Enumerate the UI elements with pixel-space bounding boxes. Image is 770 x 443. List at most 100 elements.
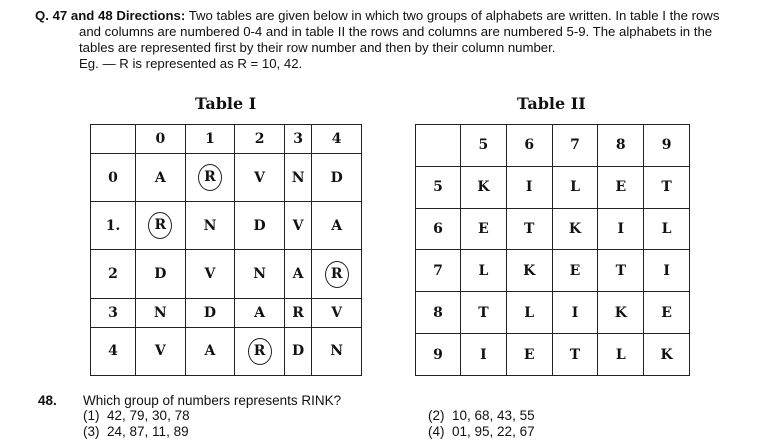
table-1-cell: A xyxy=(184,326,236,377)
table-2-cell: I xyxy=(643,249,690,293)
circled-letter: R xyxy=(247,337,272,365)
table-2-cell: E xyxy=(505,333,553,376)
table-2-cell: T xyxy=(460,291,507,335)
circled-letter: R xyxy=(148,212,173,240)
directions-line-3: tables are represented first by their ro… xyxy=(79,40,556,55)
table-2-cell: I xyxy=(460,333,507,376)
option-value: 42, 79, 30, 78 xyxy=(107,408,190,423)
table-1-title: Table I xyxy=(195,94,257,113)
table-2-row: 6 E T K I L xyxy=(415,207,690,251)
table-1-row-number: 0 xyxy=(90,153,136,203)
table-2-corner-cell xyxy=(415,124,461,167)
table-1-cell-circled: R xyxy=(135,201,186,251)
table-1-cell: R xyxy=(283,297,313,328)
table-1-row: 0 A R V N D xyxy=(90,153,362,203)
table-1-cell: D xyxy=(234,201,285,251)
table-2-cell: T xyxy=(505,207,553,251)
table-2-cell: I xyxy=(505,165,553,209)
table-2-cell: I xyxy=(551,291,599,335)
table-1-cell: A xyxy=(135,153,186,203)
table-1-cell: A xyxy=(311,201,362,251)
table-1-row-number: 3 xyxy=(90,297,136,328)
question-text: Which group of numbers represents RINK? xyxy=(83,393,342,408)
table-2-row-number: 8 xyxy=(415,291,461,335)
table-1: 0 1 2 3 4 0 A R V N D 1. R N D V A 2 D V… xyxy=(90,123,362,377)
table-2-cell: E xyxy=(597,165,645,209)
option-1[interactable]: (1) 42, 79, 30, 78 xyxy=(83,408,190,423)
table-2: 5 6 7 8 9 5 K I L E T 6 E T K I L 7 L K … xyxy=(415,124,690,376)
table-1-col-header: 0 xyxy=(135,123,186,155)
table-2-cell: L xyxy=(597,333,645,376)
table-1-cell: N xyxy=(311,326,362,377)
table-1-cell-circled: R xyxy=(234,326,285,377)
circled-letter: R xyxy=(197,164,222,192)
directions-line-2: and columns are numbered 0-4 and in tabl… xyxy=(79,24,713,39)
table-2-row: 8 T L I K E xyxy=(415,291,690,335)
table-1-cell: V xyxy=(135,326,186,377)
table-1-cell-circled: R xyxy=(311,249,362,299)
table-2-row: 7 L K E T I xyxy=(415,249,690,293)
directions-line-1: Q. 47 and 48 Directions: Two tables are … xyxy=(35,8,760,24)
table-2-cell: K xyxy=(551,207,599,251)
table-1-row-number: 4 xyxy=(90,326,136,377)
table-2-row: 5 K I L E T xyxy=(415,165,690,209)
table-2-cell: E xyxy=(643,291,690,335)
circled-letter: R xyxy=(324,260,349,288)
table-2-cell: E xyxy=(551,249,599,293)
table-1-cell: D xyxy=(311,153,362,203)
table-2-cell: K xyxy=(643,333,690,376)
option-3[interactable]: (3) 24, 87, 11, 89 xyxy=(83,424,189,439)
table-1-cell: N xyxy=(234,249,285,299)
directions-text-1: Two tables are given below in which two … xyxy=(188,8,720,23)
table-1-row: 2 D V N A R xyxy=(90,249,362,299)
option-label: (1) xyxy=(83,408,100,423)
table-1-cell-circled: R xyxy=(184,153,236,203)
table-2-cell: K xyxy=(597,291,645,335)
table-1-col-header: 3 xyxy=(283,123,313,155)
table-1-cell: D xyxy=(135,249,186,299)
table-2-cell: L xyxy=(460,249,507,293)
table-2-cell: K xyxy=(505,249,553,293)
table-1-row-number: 2 xyxy=(90,249,136,299)
table-2-cell: K xyxy=(460,165,507,209)
table-2-row-number: 5 xyxy=(415,165,461,209)
option-4[interactable]: (4) 01, 95, 22, 67 xyxy=(428,424,535,439)
table-1-cell: N xyxy=(135,297,186,328)
table-2-row-number: 6 xyxy=(415,207,461,251)
table-2-cell: L xyxy=(551,165,599,209)
table-1-col-header: 4 xyxy=(311,123,362,155)
table-2-col-header: 9 xyxy=(643,124,690,167)
table-1-col-header: 2 xyxy=(234,123,285,155)
table-1-cell: A xyxy=(234,297,285,328)
table-2-title: Table II xyxy=(517,94,586,113)
table-2-cell: T xyxy=(597,249,645,293)
table-2-col-header: 8 xyxy=(597,124,645,167)
option-label: (4) xyxy=(428,424,445,439)
table-1-cell: V xyxy=(283,201,313,251)
table-1-col-header: 1 xyxy=(184,123,236,155)
table-1-cell: V xyxy=(184,249,236,299)
table-1-row: 3 N D A R V xyxy=(90,297,362,328)
table-2-row: 9 I E T L K xyxy=(415,333,690,376)
table-2-cell: I xyxy=(597,207,645,251)
table-1-row-number: 1. xyxy=(90,201,136,251)
table-1-header-row: 0 1 2 3 4 xyxy=(90,123,362,155)
option-2[interactable]: (2) 10, 68, 43, 55 xyxy=(428,408,535,423)
question-number: 48. xyxy=(38,393,57,408)
option-value: 24, 87, 11, 89 xyxy=(107,424,189,439)
table-1-cell: A xyxy=(283,249,313,299)
option-value: 01, 95, 22, 67 xyxy=(452,424,535,439)
table-1-cell: D xyxy=(184,297,236,328)
table-2-row-number: 7 xyxy=(415,249,461,293)
table-2-col-header: 5 xyxy=(460,124,507,167)
directions-paragraph: Q. 47 and 48 Directions: Two tables are … xyxy=(35,8,760,72)
table-1-cell: V xyxy=(311,297,362,328)
table-1-row: 1. R N D V A xyxy=(90,201,362,251)
table-1-corner-cell xyxy=(90,123,136,155)
option-label: (3) xyxy=(83,424,100,439)
table-2-col-header: 6 xyxy=(505,124,553,167)
table-2-header-row: 5 6 7 8 9 xyxy=(415,124,690,167)
table-2-row-number: 9 xyxy=(415,333,461,376)
option-value: 10, 68, 43, 55 xyxy=(452,408,535,423)
table-2-cell: L xyxy=(643,207,690,251)
